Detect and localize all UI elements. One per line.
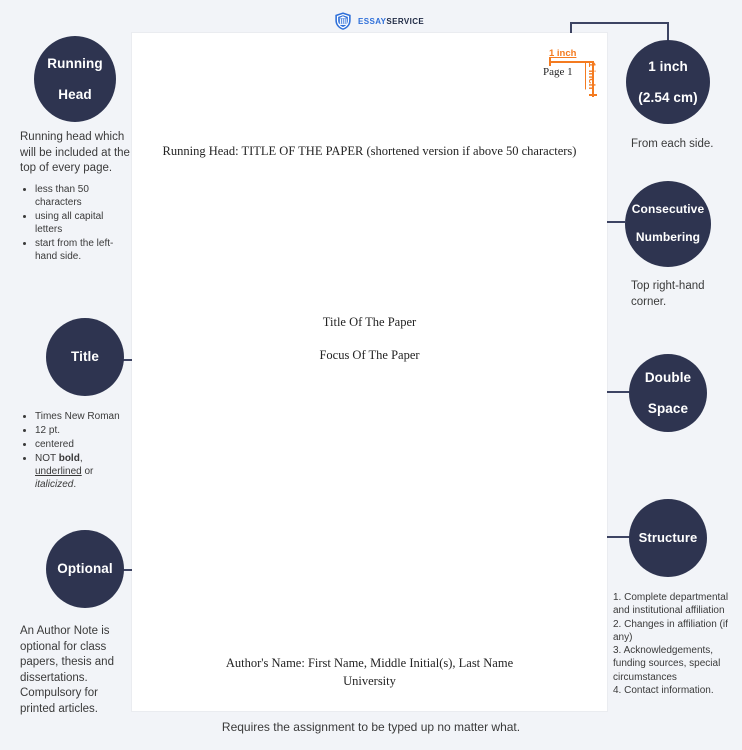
brand-name: ESSAYSERVICE <box>358 17 424 26</box>
note-title-bullets: Times New Roman 12 pt. centered NOT bold… <box>20 410 132 491</box>
margin-tick-top <box>549 58 551 66</box>
paper-page: Running Head: TITLE OF THE PAPER (shorte… <box>132 33 607 711</box>
list-item: less than 50 characters <box>35 183 132 209</box>
margin-label-right: 1 inch <box>586 62 597 90</box>
paper-author-text: Author's Name: First Name, Middle Initia… <box>225 656 514 670</box>
list-item-formatting: NOT bold, underlined or italicized. <box>35 452 132 491</box>
brand-name-part2: SERVICE <box>386 16 425 26</box>
badge-optional[interactable]: Optional <box>46 530 124 608</box>
badge-one-inch[interactable]: 1 inch (2.54 cm) <box>626 40 710 124</box>
list-item: using all capital letters <box>35 210 132 236</box>
badge-running-head-label: Running Head <box>47 55 103 102</box>
note-one-inch: From each side. <box>631 137 741 153</box>
shield-logo-icon <box>335 12 351 30</box>
connector-one-inch-v1 <box>667 22 669 42</box>
badge-consecutive-numbering[interactable]: Consecutive Numbering <box>625 181 711 267</box>
connector-one-inch-h <box>570 22 669 24</box>
paper-university-text: University <box>343 674 396 688</box>
badge-title-label: Title <box>70 349 99 365</box>
badge-structure-label: Structure <box>638 529 698 545</box>
brand-logo: ESSAYSERVICE <box>333 11 424 31</box>
list-item: 2. Changes in affiliation (if any) <box>613 618 728 643</box>
paper-running-head-text: Running Head: TITLE OF THE PAPER (shorte… <box>162 144 577 158</box>
note-structure-list: 1. Complete departmental and institution… <box>613 591 737 697</box>
note-consecutive-numbering-body: Top right-hand corner. <box>631 280 705 308</box>
brand-name-part1: ESSAY <box>358 16 387 26</box>
list-item: Times New Roman <box>35 410 132 423</box>
badge-double-space-label: Double Space <box>644 369 692 416</box>
badge-one-inch-label: 1 inch (2.54 cm) <box>638 58 698 105</box>
badge-double-space[interactable]: Double Space <box>629 354 707 432</box>
paper-page-number: Page 1 <box>543 66 573 78</box>
infographic-canvas: ESSAYSERVICE Running Head: TITLE OF THE … <box>0 0 742 750</box>
note-running-head: Running head which will be included at t… <box>20 130 132 264</box>
note-running-head-body: Running head which will be included at t… <box>20 131 130 175</box>
note-title: Times New Roman 12 pt. centered NOT bold… <box>20 410 132 492</box>
note-structure: 1. Complete departmental and institution… <box>613 591 737 697</box>
badge-title[interactable]: Title <box>46 318 124 396</box>
badge-consecutive-numbering-label: Consecutive Numbering <box>631 202 705 244</box>
paper-title-text: Title Of The Paper <box>322 315 417 329</box>
list-item: centered <box>35 438 132 451</box>
badge-running-head[interactable]: Running Head <box>34 36 116 122</box>
list-item: 12 pt. <box>35 424 132 437</box>
margin-tick-right <box>589 94 597 96</box>
note-optional-body: An Author Note is optional for class pap… <box>20 625 114 715</box>
list-item: start from the left-hand side. <box>35 237 132 263</box>
badge-optional-label: Optional <box>57 561 113 577</box>
list-item: 3. Acknowledgements, funding sources, sp… <box>613 645 721 683</box>
list-item: 4. Contact information. <box>613 685 714 697</box>
note-running-head-bullets: less than 50 characters using all capita… <box>20 183 132 263</box>
note-consecutive-numbering: Top right-hand corner. <box>631 279 731 310</box>
note-one-inch-body: From each side. <box>631 138 714 150</box>
footer-caption: Requires the assignment to be typed up n… <box>221 720 521 734</box>
note-optional: An Author Note is optional for class pap… <box>20 624 132 717</box>
margin-label-top: 1 inch <box>549 48 577 59</box>
paper-focus-text: Focus Of The Paper <box>319 348 420 362</box>
badge-structure[interactable]: Structure <box>629 499 707 577</box>
list-item: 1. Complete departmental and institution… <box>613 592 729 617</box>
